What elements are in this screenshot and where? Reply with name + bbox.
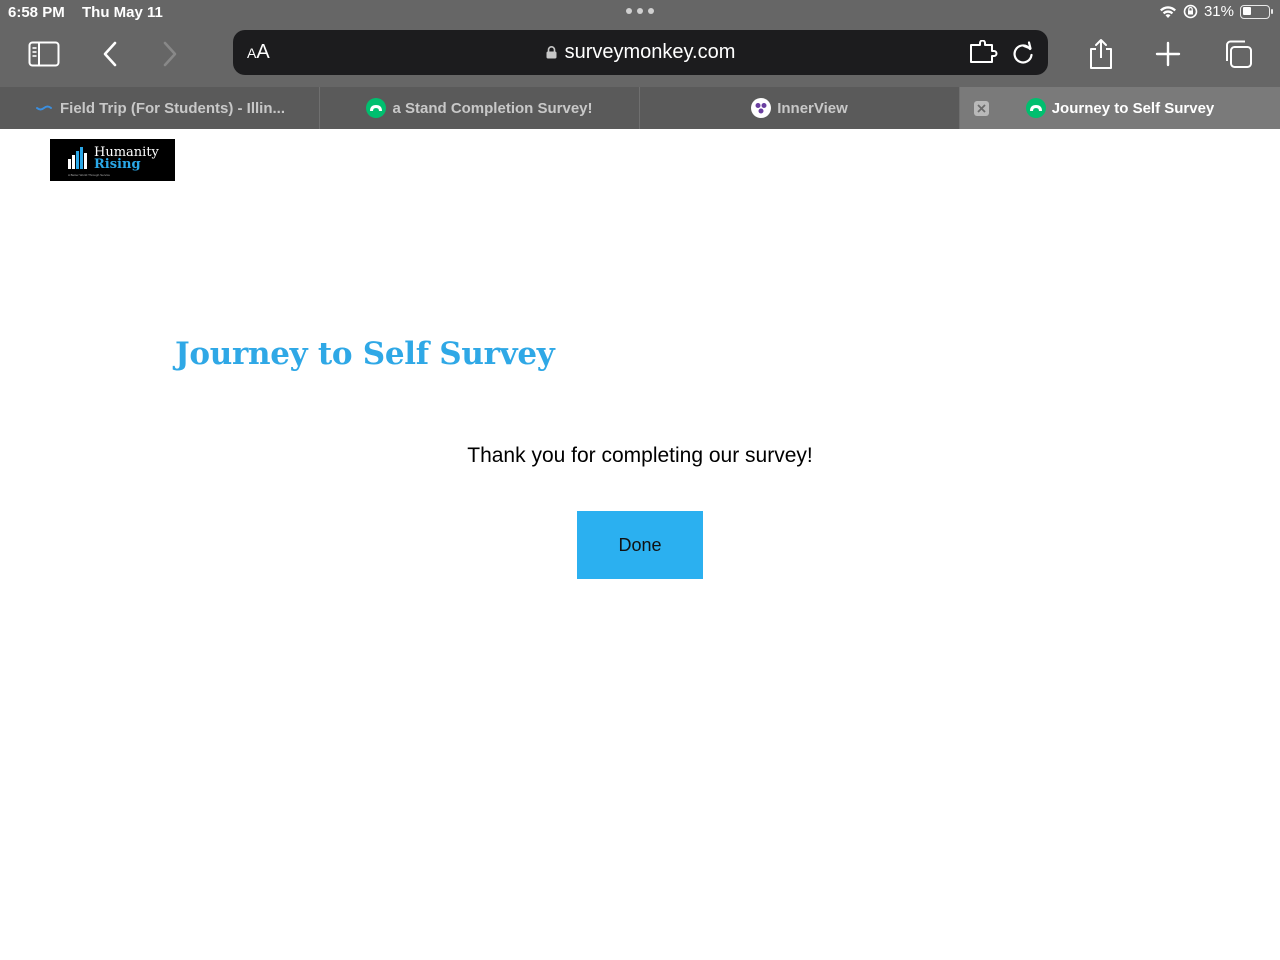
tab-journey-to-self-survey[interactable]: Journey to Self Survey <box>960 87 1280 129</box>
status-date: Thu May 11 <box>82 4 163 21</box>
tab-stand-completion-survey[interactable]: a Stand Completion Survey! <box>320 87 640 129</box>
tab-innerview[interactable]: InnerView <box>640 87 960 129</box>
browser-toolbar: AA surveymonkey.com <box>0 24 1280 87</box>
tab-label: InnerView <box>777 99 848 117</box>
tab-field-trip[interactable]: Field Trip (For Students) - Illin... <box>0 87 320 129</box>
surveymonkey-favicon-icon <box>366 98 387 118</box>
survey-title: Journey to Self Survey <box>175 336 555 372</box>
url-display[interactable]: surveymonkey.com <box>233 41 1048 64</box>
tab-label: a Stand Completion Survey! <box>392 99 593 117</box>
battery-icon <box>1240 4 1273 19</box>
surveymonkey-favicon-icon <box>1025 98 1046 118</box>
forward-icon[interactable] <box>148 32 192 76</box>
humanity-rising-logo[interactable]: Humanity Rising A Better World Through S… <box>50 139 175 181</box>
logo-line2: Rising <box>94 157 141 172</box>
tab-bar: Field Trip (For Students) - Illin... a S… <box>0 87 1280 129</box>
lock-icon <box>546 46 557 59</box>
thank-you-message: Thank you for completing our survey! <box>467 444 813 467</box>
back-icon[interactable] <box>88 32 132 76</box>
hands-logo-icon <box>68 147 87 169</box>
wifi-icon <box>1159 5 1176 18</box>
url-text: surveymonkey.com <box>564 41 736 63</box>
innerview-favicon-icon <box>751 98 772 118</box>
new-tab-icon[interactable] <box>1146 32 1190 76</box>
extension-icon[interactable] <box>968 40 998 66</box>
status-right: 31% <box>1159 3 1273 20</box>
status-bar: 6:58 PM Thu May 11 31% <box>0 0 1280 24</box>
wave-favicon-icon <box>36 105 52 111</box>
share-icon[interactable] <box>1079 32 1123 76</box>
done-button[interactable]: Done <box>577 511 703 579</box>
multitasking-dots-icon[interactable] <box>626 8 654 14</box>
logo-tagline: A Better World Through Service <box>68 173 111 177</box>
close-tab-icon[interactable] <box>974 101 989 116</box>
battery-percent: 31% <box>1203 3 1234 20</box>
sidebar-icon[interactable] <box>22 32 66 76</box>
orientation-lock-icon <box>1183 4 1198 19</box>
address-bar[interactable]: AA surveymonkey.com <box>233 30 1048 75</box>
reload-icon[interactable] <box>1010 40 1036 66</box>
status-time: 6:58 PM <box>8 4 65 21</box>
tabs-overview-icon[interactable] <box>1216 32 1260 76</box>
tab-label: Field Trip (For Students) - Illin... <box>60 99 285 117</box>
tab-label: Journey to Self Survey <box>1051 99 1215 117</box>
